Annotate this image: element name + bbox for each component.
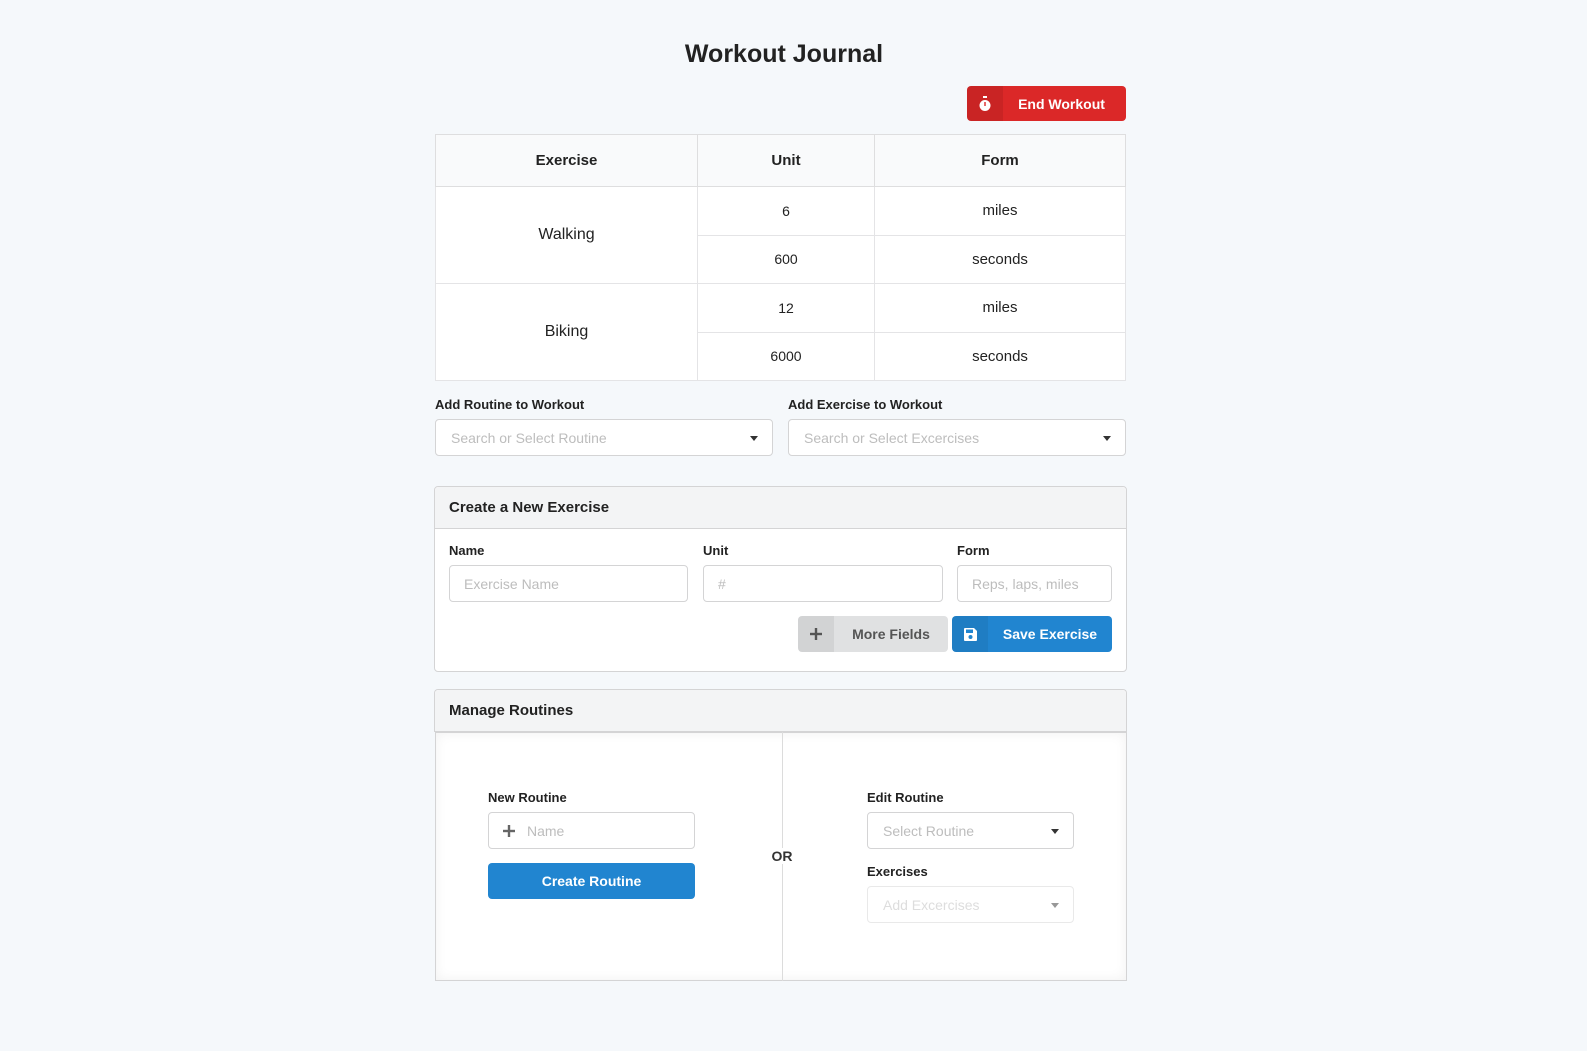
column-header-form: Form (874, 134, 1126, 187)
form-cell: seconds (874, 234, 1126, 284)
create-routine-button[interactable]: Create Routine (488, 863, 695, 899)
unit-cell: 6000 (697, 331, 875, 381)
unit-input[interactable]: # (703, 565, 943, 602)
table-row: Walking 6 miles (435, 186, 1126, 284)
exercise-cell: Biking (435, 283, 698, 381)
exercises-label: Exercises (867, 864, 928, 879)
new-routine-placeholder: Name (527, 822, 565, 839)
form-cell: miles (874, 283, 1126, 333)
add-routine-dropdown[interactable]: Search or Select Routine (435, 419, 773, 456)
create-exercise-heading: Create a New Exercise (435, 487, 1126, 529)
edit-routine-dropdown[interactable]: Select Routine (867, 812, 1074, 849)
exercise-cell: Walking (435, 186, 698, 284)
or-separator: OR (768, 848, 796, 864)
manage-routines-panel: Manage Routines (434, 689, 1127, 732)
plus-icon (798, 616, 834, 652)
form-placeholder: Reps, laps, miles (972, 575, 1079, 592)
add-routine-label: Add Routine to Workout (435, 397, 585, 412)
unit-cell: 12 (697, 283, 875, 333)
exercises-dropdown[interactable]: Add Excercises (867, 886, 1074, 923)
form-input[interactable]: Reps, laps, miles (957, 565, 1112, 602)
name-label: Name (449, 543, 485, 558)
exercises-placeholder: Add Excercises (883, 896, 980, 913)
add-exercise-placeholder: Search or Select Excercises (804, 429, 980, 446)
add-exercise-label: Add Exercise to Workout (788, 397, 943, 412)
stopwatch-icon (967, 86, 1003, 121)
workout-table: Exercise Unit Form Walking 6 miles 600 s… (435, 134, 1126, 381)
more-fields-label: More Fields (852, 626, 930, 642)
form-cell: miles (874, 186, 1126, 236)
exercise-name-placeholder: Exercise Name (464, 575, 559, 592)
column-header-unit: Unit (697, 134, 875, 187)
end-workout-label: End Workout (1018, 95, 1105, 112)
unit-label: Unit (703, 543, 729, 558)
caret-down-icon (750, 436, 758, 441)
form-cell: seconds (874, 331, 1126, 381)
unit-cell: 6 (697, 186, 875, 236)
unit-cell: 600 (697, 234, 875, 284)
caret-down-icon (1051, 903, 1059, 908)
edit-routine-label: Edit Routine (867, 790, 944, 805)
caret-down-icon (1103, 436, 1111, 441)
add-exercise-dropdown[interactable]: Search or Select Excercises (788, 419, 1126, 456)
save-exercise-label: Save Exercise (1002, 626, 1098, 642)
edit-routine-placeholder: Select Routine (883, 822, 975, 839)
table-row: Biking 12 miles (435, 283, 1126, 381)
exercise-name-input[interactable]: Exercise Name (449, 565, 688, 602)
caret-down-icon (1051, 829, 1059, 834)
column-header-exercise: Exercise (435, 134, 698, 187)
save-exercise-button[interactable]: Save Exercise (952, 616, 1112, 652)
manage-routines-heading: Manage Routines (435, 690, 1126, 732)
end-workout-button[interactable]: End Workout (967, 86, 1126, 121)
form-label: Form (957, 543, 990, 558)
plus-icon (503, 824, 515, 837)
add-routine-placeholder: Search or Select Routine (451, 429, 607, 446)
page-title: Workout Journal (684, 40, 884, 68)
save-icon (952, 616, 988, 652)
new-routine-input[interactable]: Name (488, 812, 695, 849)
new-routine-label: New Routine (488, 790, 567, 805)
more-fields-button[interactable]: More Fields (798, 616, 948, 652)
unit-placeholder: # (718, 575, 726, 592)
